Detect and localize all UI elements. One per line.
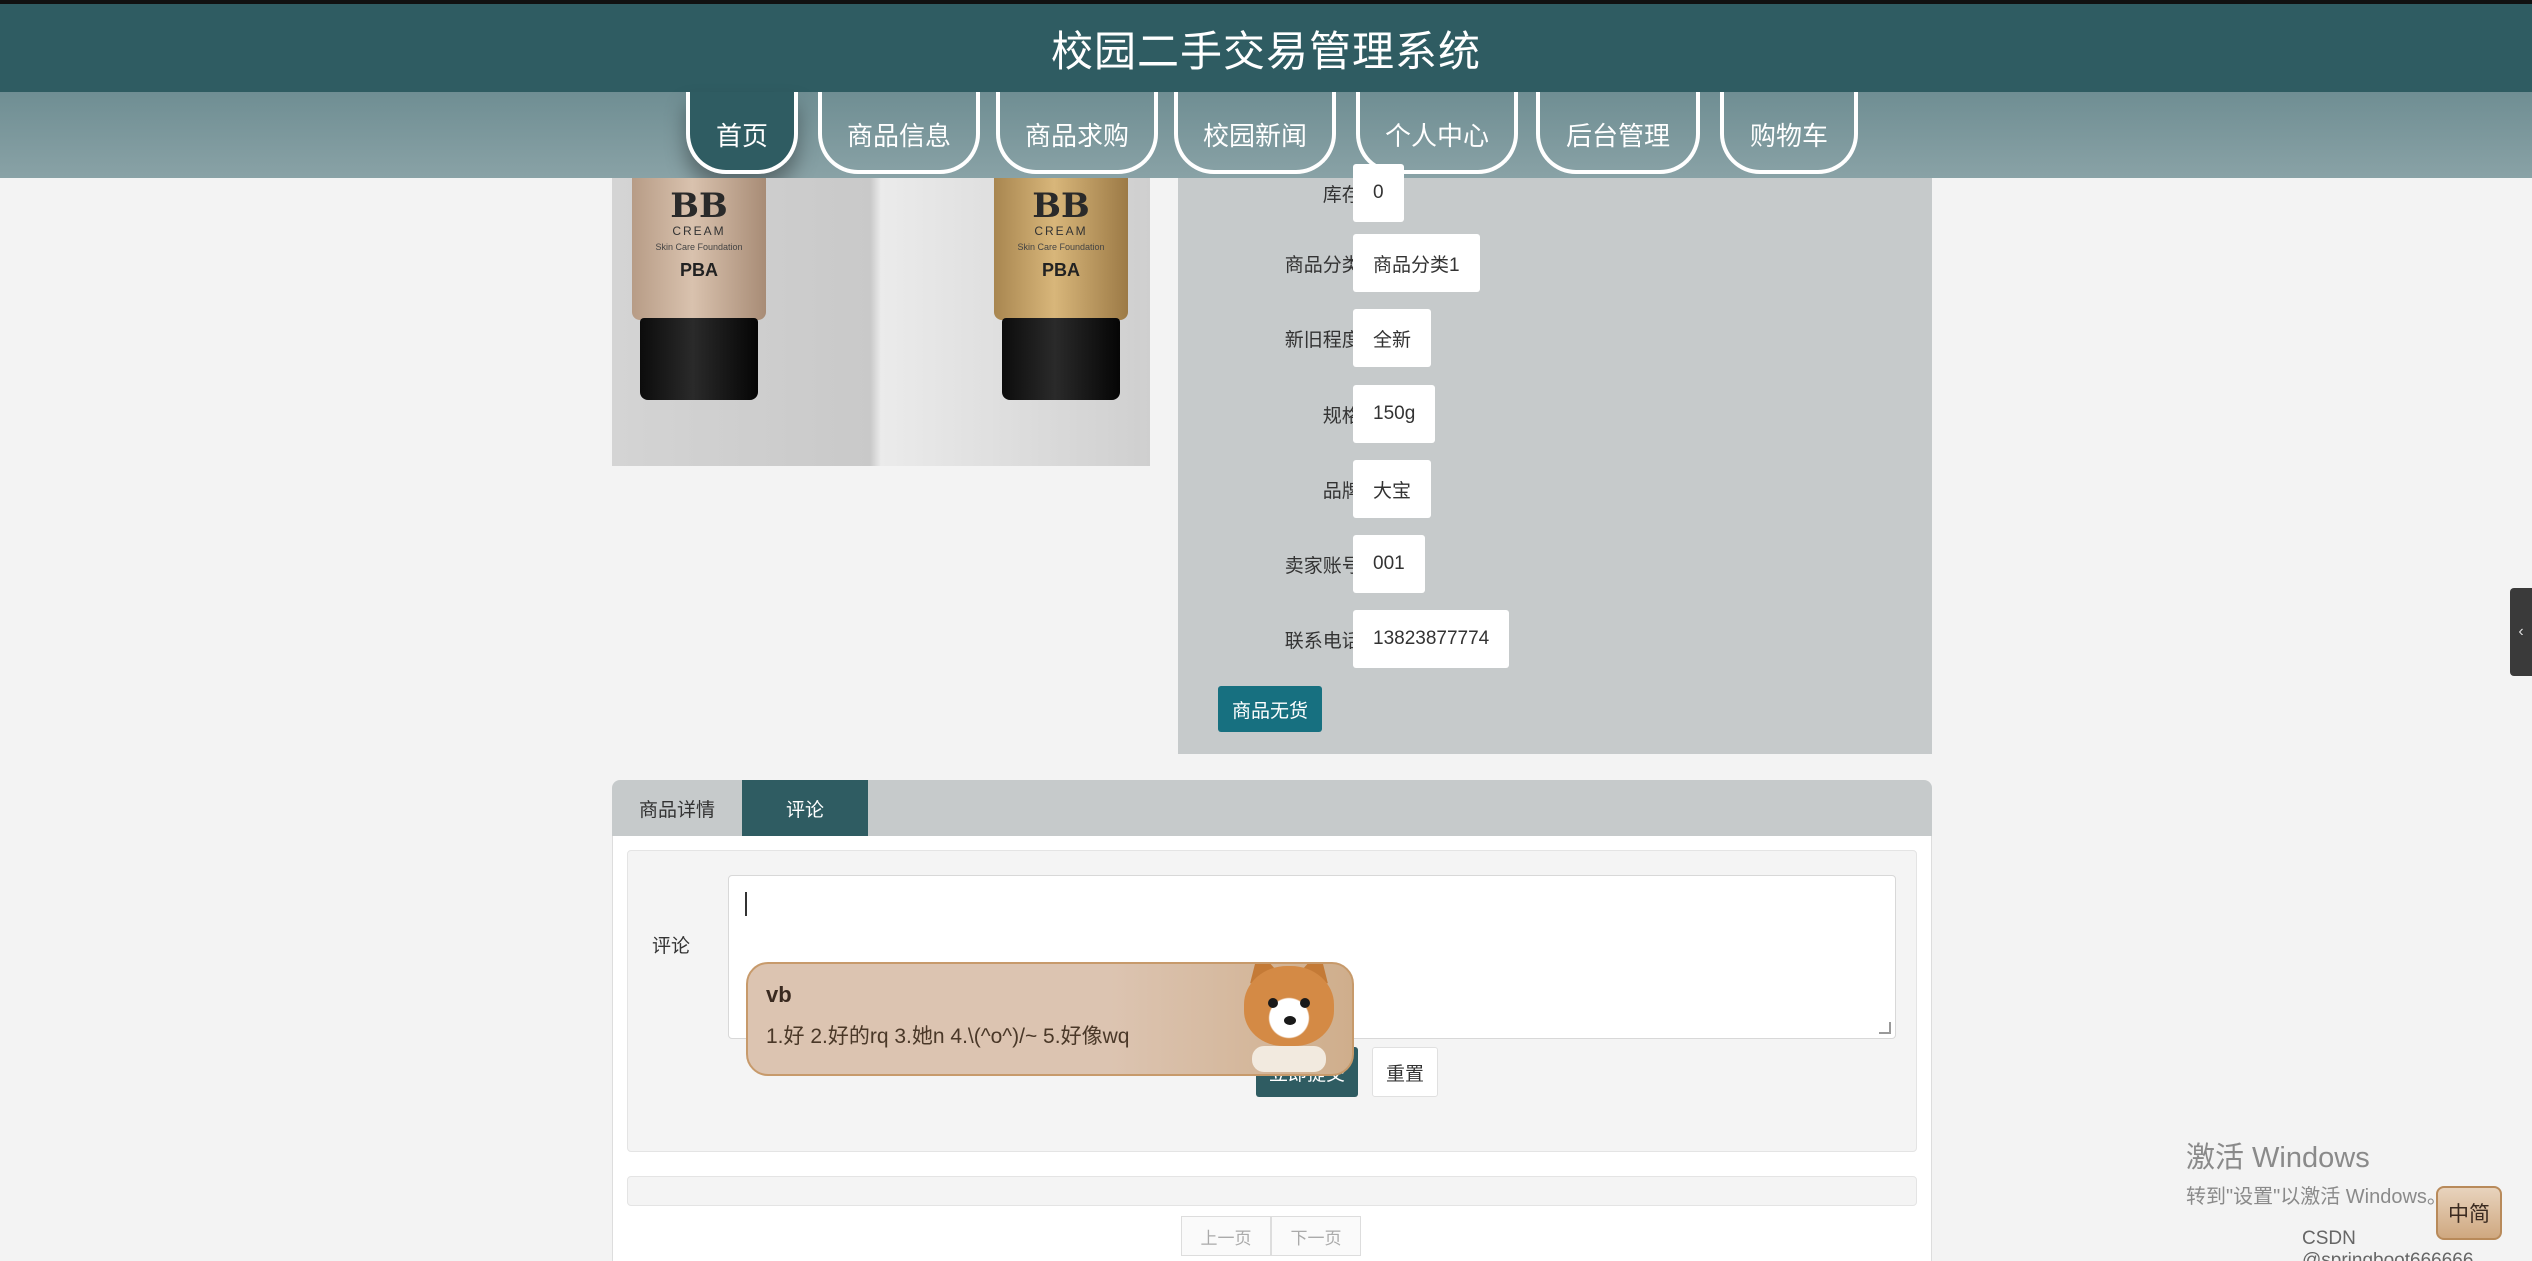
info-label: 库存: — [1322, 184, 1366, 206]
resize-handle[interactable] — [1879, 1022, 1891, 1034]
footer-credit: CSDN @springboot666666 — [2302, 1228, 2474, 1261]
tab-comment[interactable]: 评论 — [742, 780, 868, 836]
next-page-button[interactable]: 下一页 — [1271, 1216, 1361, 1256]
info-value: 150g — [1353, 385, 1436, 443]
chevron-left-icon: ‹ — [2518, 623, 2524, 640]
comment-list — [627, 1176, 1917, 1206]
info-value: 13823877774 — [1353, 610, 1510, 668]
nav-item-products[interactable]: 商品信息 — [818, 92, 980, 174]
shiba-dog-icon — [1234, 964, 1344, 1074]
info-value: 全新 — [1353, 309, 1432, 367]
detail-tabs: 商品详情 评论 — [612, 780, 1932, 836]
info-label: 新旧程度: — [1284, 329, 1366, 351]
info-label: 卖家账号: — [1284, 555, 1366, 577]
info-row-stock: 库存: 0 — [1178, 164, 1932, 222]
comment-label: 评论 — [652, 936, 691, 957]
info-row-condition: 新旧程度: 全新 — [1178, 309, 1932, 367]
ime-input-text: vb — [766, 982, 792, 1007]
nav-item-profile[interactable]: 个人中心 — [1356, 92, 1518, 174]
prev-page-button[interactable]: 上一页 — [1181, 1216, 1271, 1256]
reset-button[interactable]: 重置 — [1372, 1047, 1438, 1097]
info-value: 0 — [1353, 164, 1404, 222]
ime-candidates[interactable]: 1.好 2.好的rq 3.她n 4.\(^o^)/~ 5.好像wq — [766, 1020, 1129, 1050]
nav-item-admin[interactable]: 后台管理 — [1536, 92, 1700, 174]
info-label: 联系电话: — [1284, 630, 1366, 652]
tab-details[interactable]: 商品详情 — [612, 780, 742, 836]
info-row-category: 商品分类: 商品分类1 — [1178, 234, 1932, 292]
site-header: 校园二手交易管理系统 — [0, 0, 2532, 92]
site-title: 校园二手交易管理系统 — [1050, 27, 1481, 75]
nav-item-home[interactable]: 首页 — [686, 92, 798, 174]
watermark-title: 激活 Windows — [2186, 1142, 2370, 1174]
out-of-stock-button[interactable]: 商品无货 — [1218, 686, 1322, 732]
nav-item-wanted[interactable]: 商品求购 — [996, 92, 1158, 174]
info-row-brand: 品牌: 大宝 — [1178, 460, 1932, 518]
info-value: 大宝 — [1353, 460, 1432, 518]
ime-candidate-popup: vb 1.好 2.好的rq 3.她n 4.\(^o^)/~ 5.好像wq — [746, 962, 1354, 1076]
info-value: 001 — [1353, 535, 1425, 593]
pagination: 上一页 下一页 — [1181, 1216, 1361, 1256]
watermark-subtitle: 转到"设置"以激活 Windows。 — [2186, 1186, 2447, 1208]
product-tube-right: BB CREAM Skin Care Foundation PBA — [994, 178, 1128, 400]
product-image: BB CREAM Skin Care Foundation PBA BB CRE… — [612, 178, 1150, 466]
info-label: 规格: — [1322, 405, 1366, 427]
info-row-seller: 卖家账号: 001 — [1178, 535, 1932, 593]
product-info-panel: 库存: 0 商品分类: 商品分类1 新旧程度: 全新 规格: 150g 品牌: … — [1178, 164, 1932, 754]
info-label: 商品分类: — [1284, 254, 1366, 276]
nav-item-news[interactable]: 校园新闻 — [1174, 92, 1336, 174]
info-label: 品牌: — [1322, 480, 1366, 502]
info-row-spec: 规格: 150g — [1178, 385, 1932, 443]
text-caret — [745, 892, 747, 916]
side-panel-toggle[interactable]: ‹ — [2510, 588, 2532, 676]
product-tube-left: BB CREAM Skin Care Foundation PBA — [632, 178, 766, 400]
nav-item-cart[interactable]: 购物车 — [1720, 92, 1858, 174]
info-value: 商品分类1 — [1353, 234, 1480, 292]
info-row-phone: 联系电话: 13823877774 — [1178, 610, 1932, 668]
windows-activation-watermark: 激活 Windows 转到"设置"以激活 Windows。 — [2186, 1134, 2447, 1209]
